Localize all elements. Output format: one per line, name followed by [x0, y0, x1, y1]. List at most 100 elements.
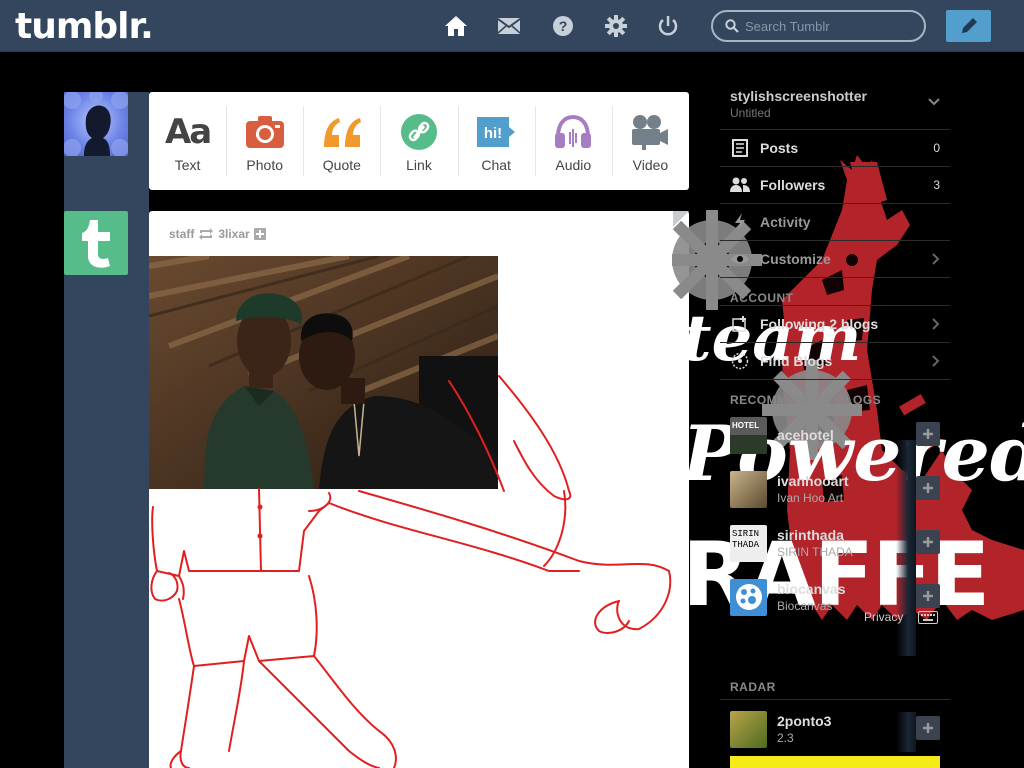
sidebar-item-count: 3 [933, 178, 940, 192]
help-icon[interactable]: ? [551, 14, 575, 38]
blog-avatar: SIRIN THADA [730, 524, 767, 562]
chat-icon: hi! [475, 108, 517, 156]
post-type-label: Quote [322, 157, 361, 173]
blog-subtitle: Untitled [730, 106, 771, 120]
following-icon [730, 314, 750, 334]
post-type-audio[interactable]: Audio [534, 92, 612, 190]
follow-button[interactable] [916, 476, 940, 500]
chevron-right-icon [932, 355, 940, 367]
link-icon [400, 108, 438, 156]
svg-text:hi!: hi! [484, 125, 502, 142]
post-type-quote[interactable]: Quote [303, 92, 380, 190]
home-icon[interactable] [444, 14, 468, 38]
eye-icon [730, 249, 750, 269]
plus-icon [923, 429, 933, 439]
follow-button[interactable] [916, 716, 940, 740]
search-box [711, 10, 926, 42]
blog-name: ivanhooart [777, 473, 849, 489]
post-type-label: Link [406, 157, 432, 173]
recommended-section-title: RECOMMENDED BLOGS [730, 393, 882, 407]
blog-name: acehotel [777, 427, 834, 443]
blog-name: stylishscreenshotter [730, 88, 867, 104]
dashboard-rail [64, 92, 149, 768]
post-type-label: Text [174, 157, 201, 173]
blog-title: 2.3 [777, 731, 794, 745]
staff-avatar[interactable] [64, 211, 128, 275]
follow-button[interactable] [916, 422, 940, 446]
plus-icon [923, 591, 933, 601]
blog-selector[interactable]: stylishscreenshotter Untitled [720, 84, 950, 130]
radar-section-title: RADAR [720, 672, 950, 700]
camera-icon [245, 108, 285, 156]
search-icon [725, 19, 739, 33]
post-type-text[interactable]: Aa Text [149, 92, 226, 190]
top-header: tumblr. ? [0, 0, 1024, 52]
blog-name: sirinthada [777, 527, 844, 543]
plus-icon [923, 723, 933, 733]
user-avatar[interactable] [64, 92, 128, 156]
plus-icon [923, 483, 933, 493]
blog-avatar [730, 578, 767, 616]
blog-avatar [730, 470, 767, 508]
chevron-right-icon [932, 318, 940, 330]
sidebar-item-activity[interactable]: Activity [720, 204, 950, 241]
blog-title: Biocanvas [777, 599, 833, 613]
recommended-blog[interactable]: HOTEL acehotel [720, 408, 950, 462]
blog-name: 2ponto3 [777, 713, 832, 729]
follow-button[interactable] [916, 584, 940, 608]
recommended-blog[interactable]: ivanhooart Ivan Hoo Art [720, 462, 950, 516]
follow-button[interactable] [916, 530, 940, 554]
gear-icon[interactable] [604, 14, 628, 38]
compose-button[interactable] [946, 10, 991, 42]
video-camera-icon [630, 108, 670, 156]
sidebar-item-customize[interactable]: Customize [720, 241, 950, 278]
sidebar-item-label: Posts [760, 140, 799, 156]
radar-post-preview[interactable] [730, 756, 940, 768]
chevron-right-icon [932, 253, 940, 265]
blog-avatar: HOTEL [730, 416, 767, 454]
radar-blog[interactable]: 2ponto3 2.3 [720, 702, 950, 756]
followers-icon [730, 175, 750, 195]
sidebar-item-label: Followers [760, 177, 826, 193]
activity-icon [730, 212, 750, 232]
blog-title: Ivan Hoo Art [777, 491, 844, 505]
post-type-label: Video [632, 157, 669, 173]
post-type-photo[interactable]: Photo [226, 92, 303, 190]
post-type-link[interactable]: Link [380, 92, 457, 190]
post-type-label: Audio [555, 157, 592, 173]
sidebar-item-label: Find Blogs [760, 353, 833, 369]
keyboard-icon[interactable] [918, 611, 938, 624]
account-section-title: ACCOUNT [720, 278, 950, 306]
mail-icon[interactable] [497, 14, 521, 38]
sidebar-item-label: Customize [760, 251, 831, 267]
post-type-label: Photo [246, 157, 283, 173]
doodle-overlay [150, 375, 672, 768]
posts-icon [730, 138, 750, 158]
footer-privacy-link[interactable]: Privacy [864, 610, 903, 624]
tumblr-logo[interactable]: tumblr. [15, 6, 154, 47]
sidebar-item-label: Activity [760, 214, 811, 230]
plus-icon [923, 537, 933, 547]
right-sidebar: stylishscreenshotter Untitled Posts 0 Fo… [720, 84, 950, 624]
dashboard-post: staff 3lixar [149, 211, 689, 768]
sidebar-item-count: 0 [933, 141, 940, 155]
svg-text:?: ? [559, 18, 568, 34]
pencil-icon [961, 18, 977, 33]
blog-title: SIRIN THADA [777, 545, 853, 559]
post-type-label: Chat [481, 157, 511, 173]
recommended-blog[interactable]: biocanvas Biocanvas [720, 570, 950, 624]
sidebar-item-label: Following 2 blogs [760, 316, 879, 332]
search-input[interactable] [745, 18, 915, 34]
blog-avatar [730, 710, 767, 748]
recommended-blog[interactable]: SIRIN THADA sirinthada SIRIN THADA [720, 516, 950, 570]
post-type-chat[interactable]: hi! Chat [457, 92, 535, 190]
post-type-bar: Aa Text Photo Quote Link hi! Chat Audio [149, 92, 689, 190]
sidebar-item-find-blogs[interactable]: Find Blogs [720, 343, 950, 380]
quote-icon [321, 108, 363, 156]
chevron-down-icon [928, 98, 940, 106]
power-icon[interactable] [656, 14, 680, 38]
sidebar-item-followers[interactable]: Followers 3 [720, 167, 950, 204]
sidebar-item-following[interactable]: Following 2 blogs [720, 306, 950, 343]
headphones-icon [553, 108, 593, 156]
sidebar-item-posts[interactable]: Posts 0 [720, 130, 950, 167]
